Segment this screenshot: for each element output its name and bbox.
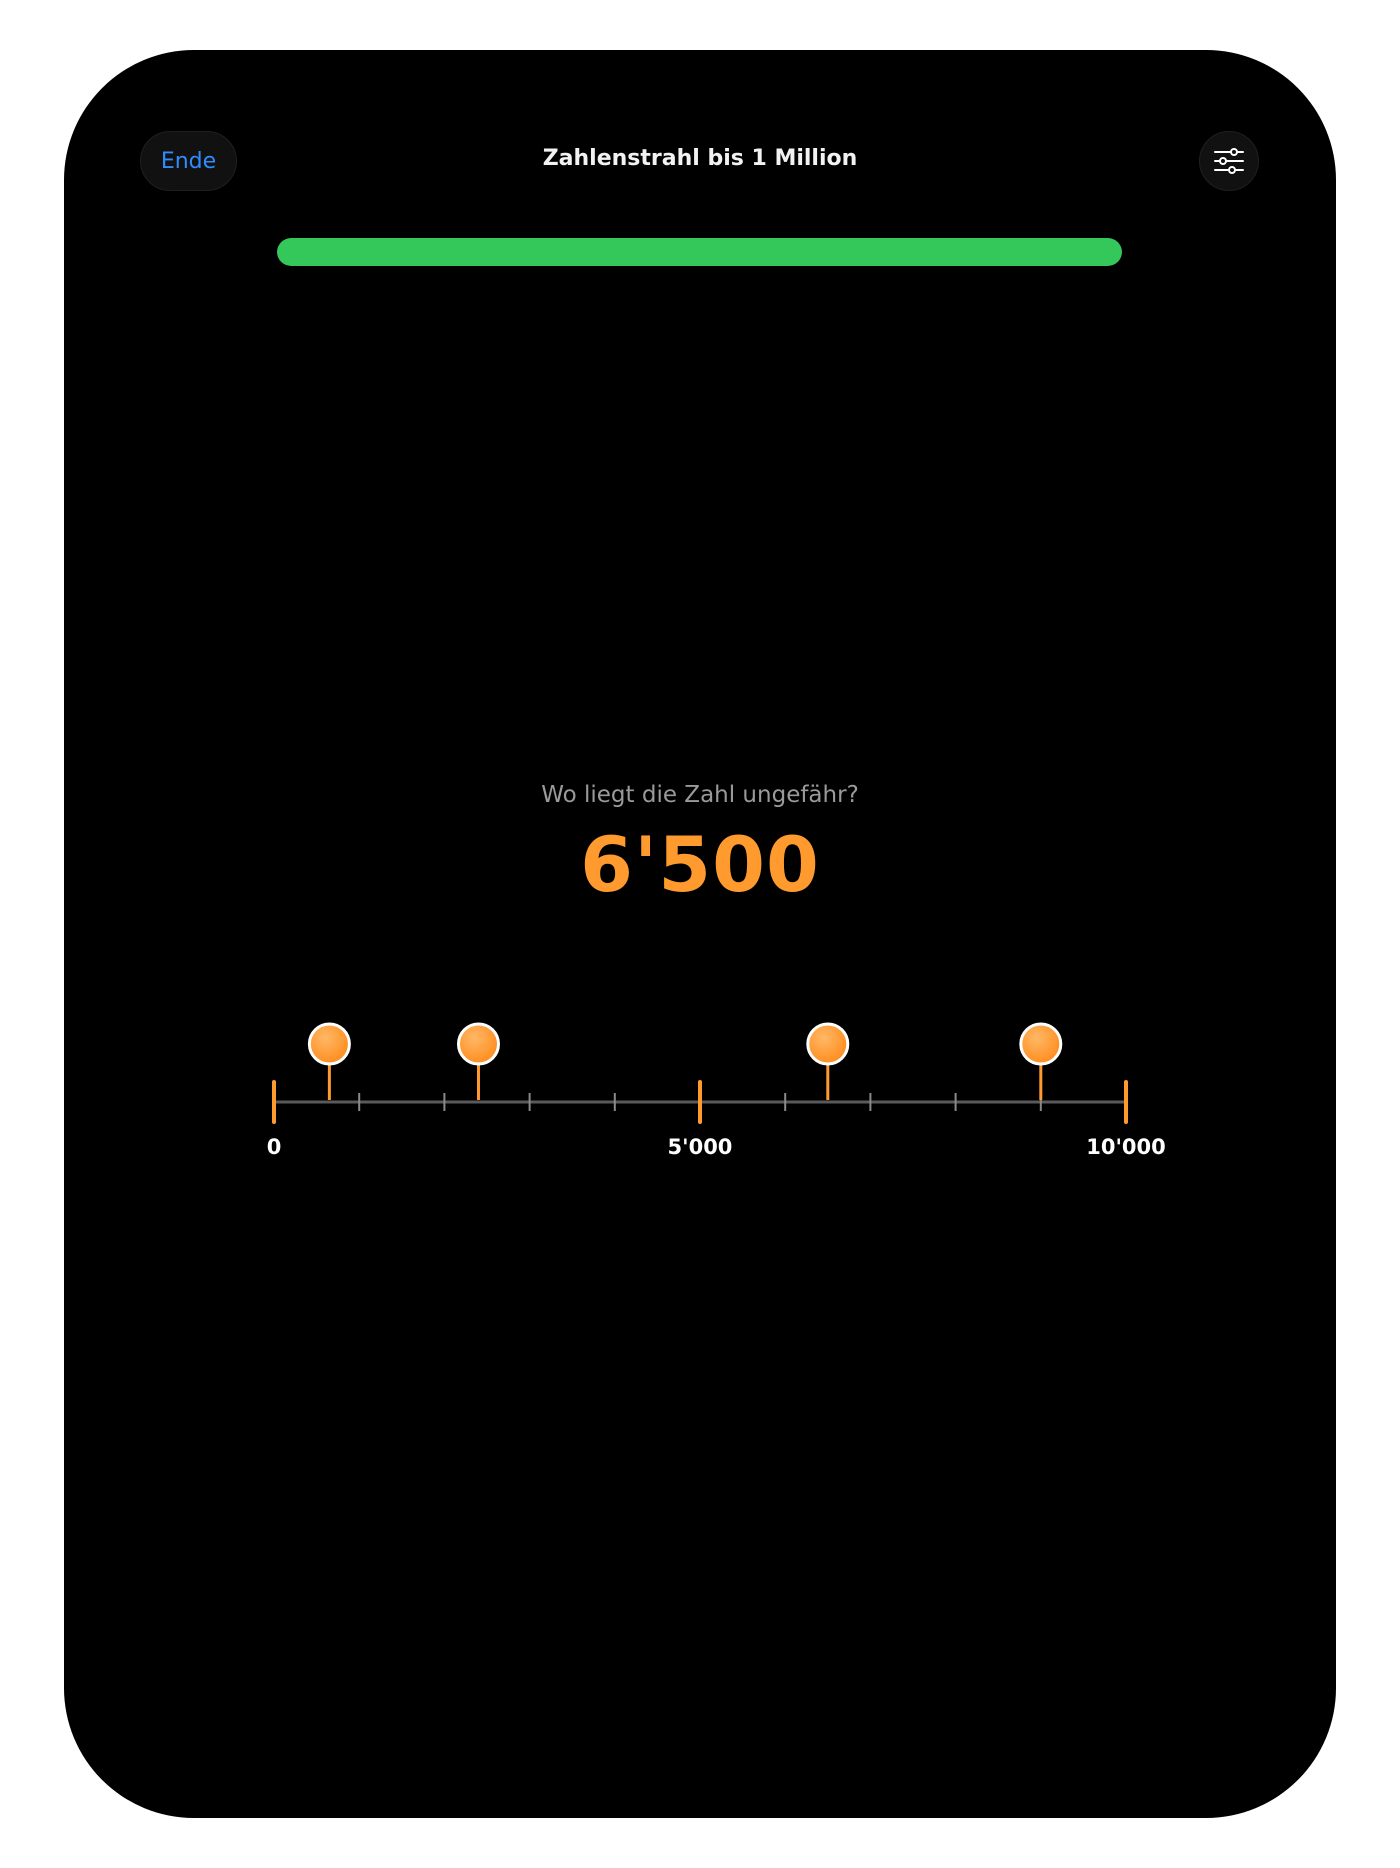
tick-label: 5'000	[668, 1135, 733, 1159]
marker-pin[interactable]	[806, 1022, 850, 1066]
tick-label: 10'000	[1086, 1135, 1166, 1159]
tick-label: 0	[267, 1135, 282, 1159]
marker-pin[interactable]	[307, 1022, 351, 1066]
number-line[interactable]: 0 5'000 10'000	[64, 50, 1336, 1818]
app-screen: Ende Zahlenstrahl bis 1 Million Wo liegt…	[64, 50, 1336, 1818]
marker-pin[interactable]	[456, 1022, 500, 1066]
marker-pin[interactable]	[1019, 1022, 1063, 1066]
